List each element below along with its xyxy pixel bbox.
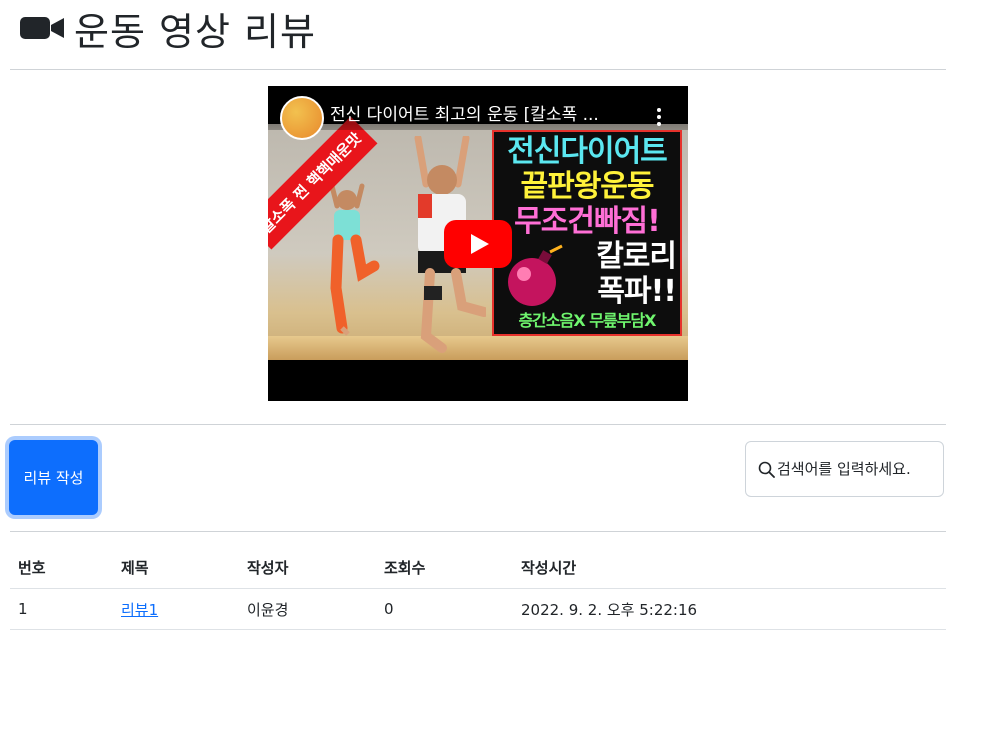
- dancer-figure: [329, 183, 380, 336]
- review-title-link[interactable]: 리뷰1: [121, 601, 158, 619]
- divider: [10, 69, 946, 70]
- row-time: 2022. 9. 2. 오후 5:22:16: [513, 588, 946, 630]
- thumbnail-text: 폭파!!: [597, 274, 677, 309]
- divider: [10, 531, 946, 532]
- table-header-row: 번호 제목 작성자 조회수 작성시간: [10, 547, 946, 589]
- thumbnail-text: 칼로리: [596, 239, 677, 274]
- page: 운동 영상 리뷰 칼소폭 찐 핵핵매운맛 전신다이어트 끝판왕운동 무조건빠짐!: [0, 0, 989, 746]
- column-header-time: 작성시간: [513, 547, 946, 589]
- page-header: 운동 영상 리뷰: [20, 4, 316, 54]
- video-camera-icon: [20, 17, 64, 39]
- thumbnail-banner: 전신다이어트 끝판왕운동 무조건빠짐! 칼로리 폭파!! 층간소음X 무릎부담X: [492, 130, 682, 336]
- search-box[interactable]: [745, 441, 944, 497]
- column-header-views: 조회수: [376, 547, 513, 589]
- row-number: 1: [10, 588, 113, 630]
- video-player[interactable]: 칼소폭 찐 핵핵매운맛 전신다이어트 끝판왕운동 무조건빠짐! 칼로리 폭파!!…: [268, 86, 688, 401]
- column-header-author: 작성자: [239, 547, 376, 589]
- write-review-button[interactable]: 리뷰 작성: [9, 440, 98, 515]
- column-header-title: 제목: [113, 547, 239, 589]
- video-title[interactable]: 전신 다이어트 최고의 운동 [칼소폭 ...: [330, 100, 630, 125]
- row-views: 0: [376, 588, 513, 630]
- thumbnail-text: 끝판왕운동: [520, 169, 655, 204]
- thumbnail-text: 무조건빠짐!: [514, 204, 661, 239]
- table-row: 1 리뷰1 이윤경 0 2022. 9. 2. 오후 5:22:16: [10, 588, 946, 630]
- row-author: 이윤경: [239, 588, 376, 630]
- review-table: 번호 제목 작성자 조회수 작성시간 1 리뷰1 이윤경 0 2022. 9. …: [10, 547, 946, 630]
- thumbnail-text: 전신다이어트: [507, 134, 668, 169]
- column-header-number: 번호: [10, 547, 113, 589]
- channel-avatar[interactable]: [280, 96, 324, 140]
- search-input[interactable]: [777, 460, 937, 478]
- youtube-play-icon[interactable]: [444, 220, 512, 268]
- more-options-icon[interactable]: [656, 108, 662, 126]
- search-icon: [758, 461, 775, 478]
- thumbnail-text: 층간소음X 무릎부담X: [518, 311, 656, 330]
- row-title-cell: 리뷰1: [113, 588, 239, 630]
- page-title: 운동 영상 리뷰: [74, 9, 316, 54]
- divider: [10, 424, 946, 425]
